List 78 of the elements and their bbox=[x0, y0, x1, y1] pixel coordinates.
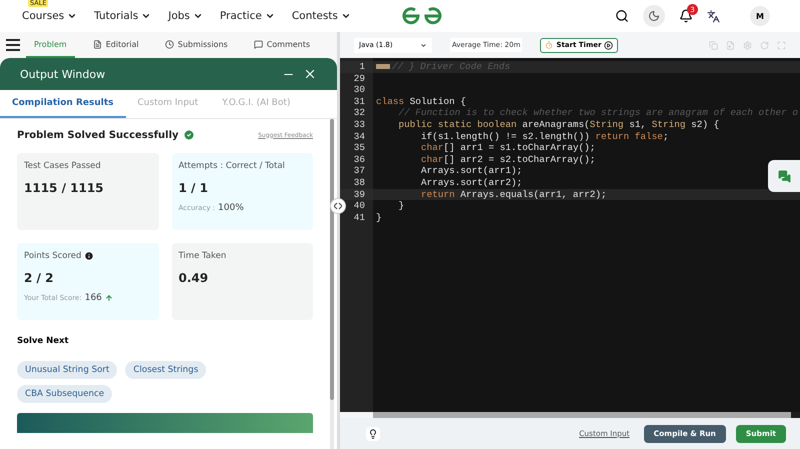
line-number: 38 bbox=[352, 176, 366, 189]
stat-value: 0.49 bbox=[178, 271, 210, 285]
stat-value: 1115 / 1115 bbox=[24, 181, 105, 195]
chat-bubbles-icon bbox=[778, 170, 790, 182]
chevron-down-icon bbox=[264, 11, 275, 21]
clock-icon bbox=[164, 40, 174, 48]
chevron-down-icon bbox=[420, 42, 427, 48]
line-number: 29 bbox=[352, 72, 366, 84]
code-line: public static boolean areAnagrams(String s1, String s2) { bbox=[398, 118, 720, 131]
stat-value: 2 / 2 bbox=[24, 271, 54, 285]
code-line: class Solution { bbox=[376, 96, 466, 108]
line-number: 36 bbox=[352, 154, 366, 166]
scrollbar[interactable] bbox=[330, 119, 334, 449]
stat-label: Time Taken bbox=[178, 251, 226, 261]
chevron-down-icon bbox=[141, 11, 152, 21]
code-line: Arrays.sort(arr2); bbox=[420, 176, 522, 189]
suggestion-chip[interactable]: CBA Subsequence bbox=[17, 385, 112, 403]
chat-button[interactable] bbox=[768, 160, 800, 192]
translate-icon[interactable] bbox=[707, 10, 720, 22]
nav-menu-item[interactable]: Tutorials bbox=[94, 10, 152, 22]
line-number: 39 bbox=[340, 188, 373, 200]
close-icon[interactable] bbox=[303, 67, 317, 81]
stat-label: Attempts : Correct / Total bbox=[178, 161, 285, 171]
chevron-down-icon bbox=[192, 11, 203, 21]
line-number: 31 bbox=[352, 96, 366, 108]
line-number: 35 bbox=[352, 142, 366, 154]
line-number: 34 bbox=[352, 130, 366, 142]
code-line: } bbox=[398, 200, 404, 212]
stat-note-value: 166 bbox=[84, 293, 102, 303]
document-icon bbox=[92, 40, 102, 48]
stat-label: Test Cases Passed bbox=[24, 161, 101, 171]
stat-label: Points Scored bbox=[24, 251, 82, 261]
moon-icon bbox=[648, 10, 660, 22]
nav-menu-item[interactable]: Jobs bbox=[168, 10, 203, 22]
line-number: 37 bbox=[352, 165, 366, 177]
problem-tab[interactable]: Submissions bbox=[156, 32, 236, 58]
check-circle-icon bbox=[182, 129, 195, 141]
lightbulb-icon[interactable] bbox=[366, 426, 380, 440]
window-title: Output Window bbox=[20, 68, 106, 80]
promo-banner[interactable] bbox=[17, 413, 313, 433]
line-number: 40 bbox=[352, 200, 366, 212]
search-icon[interactable] bbox=[615, 9, 629, 23]
suggestion-chip[interactable]: Unusual String Sort bbox=[17, 361, 118, 379]
code-line: } bbox=[376, 212, 382, 224]
line-number: 32 bbox=[352, 107, 366, 119]
code-line: char[] arr1 = s1.toCharArray(); bbox=[420, 142, 596, 154]
stat-note-value: 100% bbox=[218, 203, 244, 213]
chevron-down-icon bbox=[340, 11, 351, 21]
user-avatar[interactable]: M bbox=[750, 6, 770, 26]
nav-menu-item[interactable]: Contests bbox=[292, 10, 351, 22]
timer-icon bbox=[545, 41, 554, 49]
code-line: return Arrays.equals(arr1, arr2); bbox=[420, 188, 607, 200]
dark-mode-toggle[interactable] bbox=[643, 5, 665, 27]
line-number: 41 bbox=[352, 212, 366, 224]
play-icon bbox=[604, 40, 614, 50]
nav-menu-item[interactable]: Practice bbox=[220, 10, 275, 22]
status-message: Problem Solved Successfully bbox=[17, 130, 179, 140]
logo-icon[interactable] bbox=[402, 6, 442, 26]
arrow-up-icon bbox=[104, 294, 113, 302]
horizontal-scrollbar[interactable] bbox=[373, 412, 800, 418]
code-line: Arrays.sort(arr1); bbox=[420, 165, 522, 177]
chevron-down-icon bbox=[67, 11, 78, 21]
menu-icon[interactable] bbox=[6, 39, 20, 51]
line-number: 33 bbox=[352, 118, 366, 131]
problem-tab[interactable]: Editorial bbox=[84, 32, 147, 58]
problem-tab[interactable]: Comments bbox=[246, 32, 318, 58]
code-line: // Function is to check whether two strings are anagram of each other o bbox=[398, 107, 798, 119]
info-icon[interactable] bbox=[84, 251, 94, 261]
output-tab[interactable]: Compilation Results bbox=[0, 90, 126, 118]
code-line: char[] arr2 = s2.toCharArray(); bbox=[420, 154, 596, 166]
fold-marker[interactable] bbox=[376, 64, 390, 70]
line-number: 1 bbox=[340, 61, 373, 73]
speech-bubble-icon bbox=[254, 40, 263, 48]
section-title: Solve Next bbox=[17, 336, 70, 346]
line-number: 30 bbox=[352, 84, 366, 96]
suggestion-chip[interactable]: Closest Strings bbox=[125, 361, 206, 379]
stat-value: 1 / 1 bbox=[178, 181, 209, 195]
code-line: if(s1.length() != s2.length()) return false; bbox=[420, 130, 669, 142]
